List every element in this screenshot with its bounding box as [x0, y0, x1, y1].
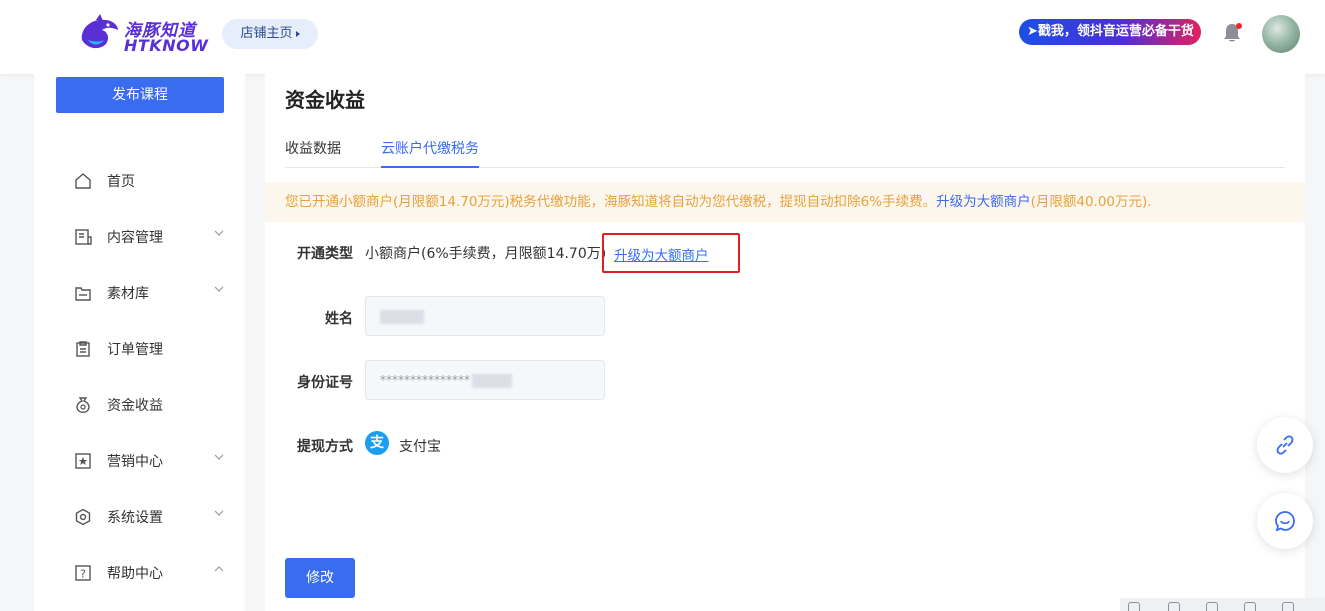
main-content: 资金收益 收益数据 云账户代缴税务 您已开通小额商户(月限额14.70万元)税务… [265, 74, 1305, 611]
sidebar-item-settings[interactable]: 系统设置 [34, 496, 245, 536]
link-icon [1276, 435, 1294, 455]
logo-text-en: HTKNOW [124, 36, 209, 55]
tray-icon[interactable] [1244, 602, 1256, 611]
notice-suffix: (月限额40.00万元). [1030, 194, 1152, 210]
sidebar-item-label: 帮助中心 [107, 566, 163, 582]
tray-icon[interactable] [1168, 602, 1180, 611]
publish-course-button[interactable]: 发布课程 [56, 77, 224, 113]
star-icon [75, 453, 91, 469]
id-number-masked: *************** [380, 373, 470, 387]
redacted-id [472, 373, 512, 388]
sidebar-item-label: 素材库 [107, 286, 149, 302]
chat-icon [1275, 511, 1295, 532]
tray-icon[interactable] [1282, 602, 1294, 611]
caret-right-icon [295, 30, 300, 37]
name-label: 姓名 [325, 311, 353, 327]
sidebar-item-content[interactable]: 内容管理 [34, 216, 245, 256]
chevron-down-icon [214, 230, 224, 236]
sidebar-item-label: 内容管理 [107, 230, 163, 246]
order-icon [76, 341, 90, 357]
sidebar-item-home[interactable]: 首页 [34, 160, 245, 200]
redacted-name [380, 309, 424, 324]
tab-earnings-data[interactable]: 收益数据 [285, 138, 341, 168]
avatar[interactable] [1262, 15, 1300, 53]
sidebar-item-label: 系统设置 [107, 510, 163, 526]
name-field[interactable] [365, 296, 605, 336]
sidebar-item-orders[interactable]: 订单管理 [34, 328, 245, 368]
content-icon [75, 229, 92, 245]
play-icon: ➤ [1027, 24, 1038, 39]
type-label: 开通类型 [297, 246, 353, 262]
dolphin-logo-icon [81, 14, 118, 49]
notice-text: 您已开通小额商户(月限额14.70万元)税务代缴功能，海豚知道将自动为您代缴税，… [285, 194, 937, 210]
edit-button[interactable]: 修改 [285, 558, 355, 598]
type-value: 小额商户(6%手续费，月限额14.70万) [365, 246, 607, 262]
promo-banner[interactable]: ➤戳我，领抖音运营必备干货 [1019, 19, 1201, 45]
shop-home-label: 店铺主页 [240, 26, 293, 41]
promo-text: 戳我，领抖音运营必备干货 [1037, 24, 1194, 39]
tray-icon[interactable] [1206, 602, 1218, 611]
help-icon: ? [75, 565, 91, 581]
notice-upgrade-link[interactable]: 升级为大额商户 [936, 194, 1031, 210]
tray-icon[interactable] [1128, 602, 1140, 611]
home-icon [75, 173, 91, 189]
chat-float-button[interactable] [1257, 493, 1313, 549]
gear-icon [75, 508, 91, 526]
shop-home-button[interactable]: 店铺主页 [222, 19, 318, 49]
sidebar-item-earnings[interactable]: 资金收益 [34, 384, 245, 424]
sidebar-item-label: 订单管理 [107, 342, 163, 358]
chevron-down-icon [214, 286, 224, 292]
chevron-down-icon [214, 454, 224, 460]
sidebar-item-materials[interactable]: 素材库 [34, 272, 245, 312]
chevron-up-icon [214, 566, 224, 572]
alipay-icon: 支 [365, 431, 389, 455]
sidebar-item-marketing[interactable]: 营销中心 [34, 440, 245, 480]
folder-icon [75, 287, 91, 301]
tab-bar: 收益数据 云账户代缴税务 [285, 130, 1285, 168]
sidebar-item-label: 营销中心 [107, 454, 163, 470]
chevron-down-icon [214, 510, 224, 516]
id-label: 身份证号 [297, 375, 353, 391]
sidebar-item-help[interactable]: ? 帮助中心 [34, 552, 245, 592]
system-tray [1120, 598, 1325, 611]
money-bag-icon [76, 397, 90, 413]
upgrade-merchant-link[interactable]: 升级为大额商户 [614, 244, 709, 264]
withdraw-value: 支付宝 [399, 439, 441, 455]
sidebar-item-label: 首页 [107, 174, 135, 190]
notice-banner: 您已开通小额商户(月限额14.70万元)税务代缴功能，海豚知道将自动为您代缴税，… [265, 182, 1305, 222]
logo[interactable]: 海豚知道 HTKNOW [78, 12, 210, 58]
sidebar-item-label: 资金收益 [107, 398, 163, 414]
top-header: 海豚知道 HTKNOW 店铺主页 ➤戳我，领抖音运营必备干货 [0, 0, 1325, 74]
page-title: 资金收益 [285, 88, 365, 112]
notification-dot [1236, 23, 1242, 29]
svg-text:?: ? [80, 568, 86, 581]
tab-cloud-tax[interactable]: 云账户代缴税务 [381, 138, 479, 168]
sidebar: 发布课程 首页 内容管理 素材库 订单管理 资金收益 营销中心 系统设置 ? 帮… [34, 74, 245, 611]
link-float-button[interactable] [1257, 417, 1313, 473]
id-number-field[interactable]: *************** [365, 360, 605, 400]
withdraw-label: 提现方式 [297, 439, 353, 455]
